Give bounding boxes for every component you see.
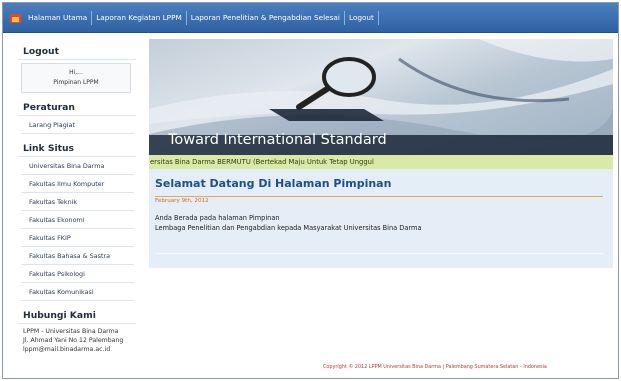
sidebar-link-universitas[interactable]: Universitas Bina Darma <box>21 157 134 175</box>
sidebar-link-bahasa-sastra[interactable]: Fakultas Bahasa & Sastra <box>21 247 134 265</box>
user-box: Hi,... Pimpinan LPPM <box>21 63 131 93</box>
content-line: Lembaga Penelitian dan Pengabdian kepada… <box>155 224 422 232</box>
page-body: Logout Hi,... Pimpinan LPPM Peraturan La… <box>3 34 618 378</box>
sidebar-link-fkip[interactable]: Fakultas FKIP <box>21 229 134 247</box>
sidebar: Logout Hi,... Pimpinan LPPM Peraturan La… <box>18 44 136 354</box>
user-role: Pimpinan LPPM <box>53 79 99 86</box>
nav-separator <box>377 11 379 25</box>
nav-halaman-utama[interactable]: Halaman Utama <box>24 3 91 33</box>
title-divider <box>155 196 603 197</box>
footer-copyright: Copyright © 2012 LPPM Universitas Bina D… <box>323 364 547 370</box>
sidebar-link-teknik[interactable]: Fakultas Teknik <box>21 193 134 211</box>
content-body: Anda Berada pada halaman Pimpinan Lembag… <box>155 213 613 233</box>
nav-laporan-penelitian[interactable]: Laporan Penelitian & Pengabdian Selesai <box>187 3 344 33</box>
contact-email[interactable]: lppm@mail.binadarma.ac.id <box>23 345 136 354</box>
magnifier-icon <box>269 57 384 121</box>
sidebar-heading-link-situs: Link Situs <box>18 141 136 157</box>
user-greeting: Hi,... <box>69 69 83 76</box>
post-date: February 9th, 2012 <box>155 198 209 204</box>
page-title: Selamat Datang Di Halaman Pimpinan <box>155 177 392 190</box>
main-content: Toward International Standard ersitas Bi… <box>149 39 613 268</box>
sidebar-link-ilmu-komputer[interactable]: Fakultas Ilmu Komputer <box>21 175 134 193</box>
contact-info: LPPM - Universitas Bina Darma Jl. Ahmad … <box>18 324 136 354</box>
nav-logout[interactable]: Logout <box>345 3 378 33</box>
sidebar-heading-peraturan: Peraturan <box>18 100 136 116</box>
content-panel: Selamat Datang Di Halaman Pimpinan Febru… <box>149 169 613 268</box>
header-banner: Toward International Standard <box>149 39 613 155</box>
content-line: Anda Berada pada halaman Pimpinan <box>155 214 280 222</box>
marquee-text: ersitas Bina Darma BERMUTU (Bertekad Maj… <box>149 155 613 169</box>
contact-line: LPPM - Universitas Bina Darma <box>23 328 119 335</box>
banner-title: Toward International Standard <box>168 132 387 148</box>
home-icon <box>10 14 21 23</box>
browser-frame: Halaman Utama Laporan Kegiatan LPPM Lapo… <box>2 2 619 379</box>
sidebar-heading-hubungi: Hubungi Kami <box>18 308 136 324</box>
sidebar-heading-logout[interactable]: Logout <box>18 44 136 60</box>
sidebar-link-ekonomi[interactable]: Fakultas Ekonomi <box>21 211 134 229</box>
sidebar-link-psikologi[interactable]: Fakultas Psikologi <box>21 265 134 283</box>
top-nav: Halaman Utama Laporan Kegiatan LPPM Lapo… <box>3 3 618 33</box>
sidebar-link-komunikasi[interactable]: Fakultas Komunikasi <box>21 283 134 301</box>
sidebar-item-larang-plagiat[interactable]: Larang Plagiat <box>21 116 134 134</box>
nav-laporan-kegiatan[interactable]: Laporan Kegiatan LPPM <box>92 3 186 33</box>
content-divider <box>155 253 603 254</box>
contact-line: Jl. Ahmad Yani No 12 Palembang <box>23 337 124 344</box>
